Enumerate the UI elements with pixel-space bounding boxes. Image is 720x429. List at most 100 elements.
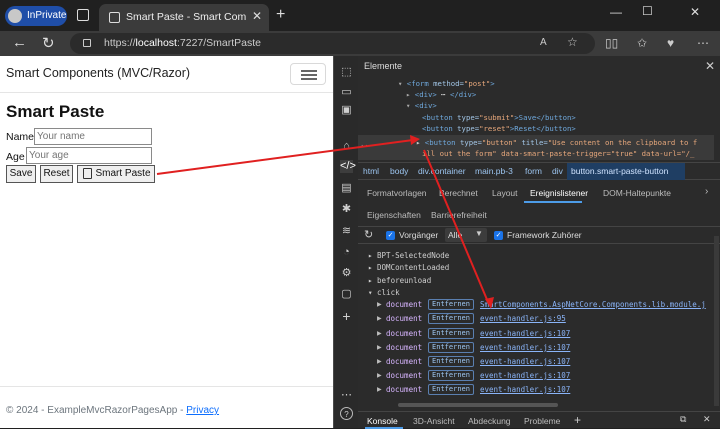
event-group[interactable]: ▸ beforeunload <box>368 276 431 285</box>
dock-icon[interactable]: ▣ <box>340 104 353 117</box>
refresh-listeners-icon[interactable]: ↻ <box>364 228 373 241</box>
privacy-link[interactable]: Privacy <box>186 405 219 416</box>
expand-listener-icon[interactable]: ▶ <box>377 372 382 379</box>
name-input[interactable] <box>34 128 152 145</box>
breadcrumb-item[interactable]: body <box>390 166 408 176</box>
dock-drawer-icon[interactable]: ⧉ <box>680 414 686 425</box>
breadcrumb-item[interactable]: div <box>552 166 563 176</box>
remove-listener-button[interactable]: Entfernen <box>428 356 474 367</box>
tab-properties[interactable]: Eigenschaften <box>367 210 421 220</box>
listener-source-link[interactable]: event-handler.js:107 <box>480 343 570 352</box>
more-tools-plus-icon[interactable]: + <box>340 309 353 323</box>
close-drawer-icon[interactable]: ✕ <box>703 414 711 425</box>
listener-node: document <box>386 357 423 366</box>
listener-filter-select[interactable]: Alle ▼ <box>445 228 487 242</box>
drawer-tab-issues[interactable]: Probleme <box>524 416 560 426</box>
tab-event-listeners[interactable]: Ereignislistener <box>530 188 588 198</box>
breadcrumb-item[interactable]: html <box>363 166 379 176</box>
performance-icon[interactable]: ◔ <box>340 246 353 259</box>
more-menu-icon[interactable]: ⋯ <box>697 36 709 50</box>
dom-line[interactable]: <button type="submit">Save</button> <box>422 113 576 122</box>
breadcrumb-item[interactable]: main.pb-3 <box>475 166 513 176</box>
browser-tab-active[interactable]: Smart Paste - Smart Components ✕ <box>99 4 269 31</box>
scrollbar[interactable] <box>714 236 719 406</box>
listener-source-link[interactable]: event-handler.js:107 <box>480 357 570 366</box>
save-button[interactable]: Save <box>6 165 36 183</box>
navbar-brand[interactable]: Smart Components (MVC/Razor) <box>6 66 190 80</box>
address-bar[interactable]: https://localhost:7227/SmartPaste A ☆ <box>70 33 595 54</box>
subtabs-overflow-icon[interactable]: › <box>705 186 708 197</box>
console-tool-icon[interactable]: ▤ <box>340 182 353 195</box>
drawer-add-tab-icon[interactable]: + <box>574 413 581 427</box>
tab-accessibility[interactable]: Barrierefreiheit <box>431 210 487 220</box>
split-screen-icon[interactable]: ▯▯ <box>605 36 618 50</box>
tab-layout[interactable]: Layout <box>492 188 518 198</box>
breadcrumb-item[interactable]: div.container <box>418 166 466 176</box>
remove-listener-button[interactable]: Entfernen <box>428 328 474 339</box>
favorites-icon[interactable]: ✩ <box>637 36 647 50</box>
read-aloud-icon[interactable]: A <box>540 37 547 48</box>
breadcrumb-item[interactable]: form <box>525 166 542 176</box>
inspect-icon[interactable]: ⬚ <box>340 66 353 79</box>
listener-source-link[interactable]: SmartComponents.AspNetCore.Components.li… <box>480 300 706 309</box>
drawer-tab-coverage[interactable]: Abdeckung <box>468 416 511 426</box>
elements-tool-icon[interactable]: </> <box>340 160 356 173</box>
event-group-click[interactable]: ▾ click <box>368 288 400 297</box>
remove-listener-button[interactable]: Entfernen <box>428 342 474 353</box>
listener-source-link[interactable]: event-handler.js:107 <box>480 371 570 380</box>
expand-listener-icon[interactable]: ▶ <box>377 330 382 337</box>
listener-source-link[interactable]: event-handler.js:107 <box>480 329 570 338</box>
navbar-toggler-button[interactable] <box>290 63 326 85</box>
expand-listener-icon[interactable]: ▶ <box>377 358 382 365</box>
remove-listener-button[interactable]: Entfernen <box>428 370 474 381</box>
expand-listener-icon[interactable]: ▶ <box>377 344 382 351</box>
tab-actions-icon[interactable] <box>77 9 89 21</box>
remove-listener-button[interactable]: Entfernen <box>428 299 474 310</box>
window-close-icon[interactable]: ✕ <box>690 5 700 19</box>
dom-line[interactable]: <button type="reset">Reset</button> <box>422 124 576 133</box>
smart-paste-button[interactable]: Smart Paste <box>77 165 155 183</box>
dom-line[interactable]: ▸ <div> ⋯ </div> <box>406 90 476 99</box>
framework-listeners-checkbox[interactable]: ✓ <box>494 231 503 240</box>
breadcrumb-item-selected[interactable]: button.smart-paste-button <box>571 166 668 176</box>
ancestors-checkbox[interactable]: ✓ <box>386 231 395 240</box>
remove-listener-button[interactable]: Entfernen <box>428 313 474 324</box>
minimize-icon[interactable]: — <box>610 5 622 19</box>
memory-gear-icon[interactable]: ⚙ <box>340 267 353 280</box>
device-emulation-icon[interactable]: ▭ <box>340 86 353 99</box>
reset-button[interactable]: Reset <box>40 165 73 183</box>
listener-source-link[interactable]: event-handler.js:107 <box>480 385 570 394</box>
dom-line[interactable]: ▾ <div> <box>406 101 437 110</box>
refresh-icon[interactable]: ↻ <box>42 34 55 52</box>
inprivate-badge[interactable]: InPrivate <box>5 6 67 26</box>
remove-listener-button[interactable]: Entfernen <box>428 384 474 395</box>
drawer-tab-console[interactable]: Konsole <box>367 416 398 426</box>
age-input[interactable] <box>26 147 152 164</box>
horizontal-scrollbar[interactable] <box>398 403 558 407</box>
expand-listener-icon[interactable]: ▶ <box>377 315 382 322</box>
browser-essentials-icon[interactable]: ♥ <box>667 36 674 50</box>
network-wifi-icon[interactable]: ≋ <box>340 225 353 238</box>
application-icon[interactable]: ▢ <box>340 288 353 301</box>
tab-dom-breakpoints[interactable]: DOM-Haltepunkte <box>603 188 671 198</box>
expand-listener-icon[interactable]: ▶ <box>377 301 382 308</box>
tab-close-icon[interactable]: ✕ <box>252 9 262 23</box>
welcome-home-icon[interactable]: ⌂ <box>340 140 353 153</box>
listener-source-link[interactable]: event-handler.js:95 <box>480 314 566 323</box>
more-options-icon[interactable]: ⋯ <box>340 389 353 402</box>
drawer-tab-3d-view[interactable]: 3D-Ansicht <box>413 416 455 426</box>
maximize-icon[interactable]: ☐ <box>642 4 653 18</box>
event-group[interactable]: ▸ BPT-SelectedNode <box>368 251 449 260</box>
help-icon[interactable]: ? <box>340 407 353 420</box>
dom-line[interactable]: ▾ <form method="post"> <box>398 79 495 88</box>
new-tab-icon[interactable]: + <box>276 6 285 24</box>
debugger-bug-icon[interactable]: ✱ <box>340 203 353 216</box>
tab-styles[interactable]: Formatvorlagen <box>367 188 427 198</box>
favorite-star-icon[interactable]: ☆ <box>567 35 578 49</box>
event-group[interactable]: ▸ DOMContentLoaded <box>368 263 449 272</box>
devtools-close-icon[interactable]: ✕ <box>705 59 715 73</box>
back-icon[interactable]: ← <box>12 34 27 51</box>
tab-computed[interactable]: Berechnet <box>439 188 478 198</box>
selected-dom-node[interactable]: ... ▸ <button type="button" title="Use c… <box>358 135 714 160</box>
expand-listener-icon[interactable]: ▶ <box>377 386 382 393</box>
